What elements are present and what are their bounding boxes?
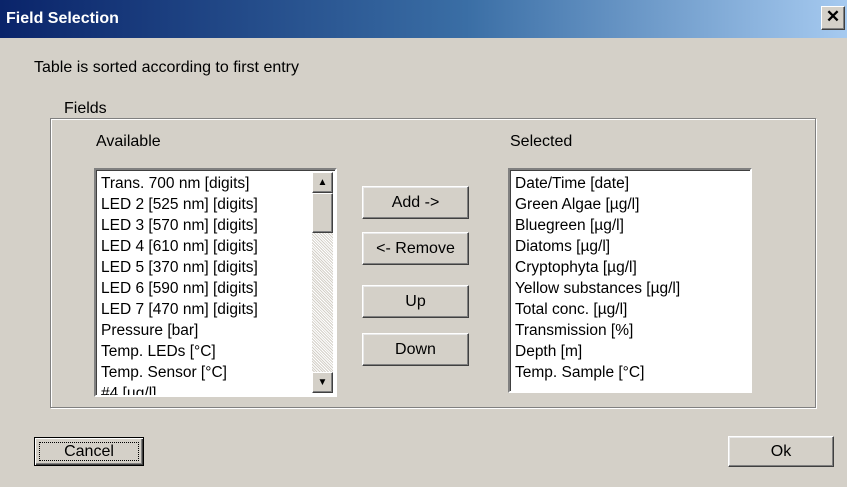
list-item[interactable]: LED 2 [525 nm] [digits] — [101, 194, 335, 215]
list-item[interactable]: Cryptophyta [µg/l] — [515, 257, 750, 278]
available-list: Trans. 700 nm [digits] LED 2 [525 nm] [di… — [96, 170, 335, 395]
scroll-up-icon[interactable]: ▲ — [312, 172, 333, 193]
list-item[interactable]: Trans. 700 nm [digits] — [101, 173, 335, 194]
list-item[interactable]: Green Algae [µg/l] — [515, 194, 750, 215]
list-item[interactable]: LED 4 [610 nm] [digits] — [101, 236, 335, 257]
list-item[interactable]: Depth [m] — [515, 341, 750, 362]
selected-list: Date/Time [date] Green Algae [µg/l] Bluegr… — [510, 170, 750, 383]
list-item[interactable]: LED 5 [370 nm] [digits] — [101, 257, 335, 278]
scroll-thumb[interactable] — [312, 193, 333, 233]
list-item[interactable]: Temp. LEDs [°C] — [101, 341, 335, 362]
add-button[interactable]: Add -> — [362, 186, 469, 219]
up-button[interactable]: Up — [362, 285, 469, 318]
focus-rect — [39, 442, 139, 461]
list-item[interactable]: #4 [µg/l] — [101, 383, 335, 395]
ok-button[interactable]: Ok — [728, 436, 834, 467]
list-item[interactable]: Temp. Sample [°C] — [515, 362, 750, 383]
list-item[interactable]: Transmission [%] — [515, 320, 750, 341]
list-item[interactable]: Yellow substances [µg/l] — [515, 278, 750, 299]
available-scrollbar[interactable]: ▲ ▼ — [312, 172, 333, 393]
window-title: Field Selection — [6, 10, 119, 27]
list-item[interactable]: Date/Time [date] — [515, 173, 750, 194]
list-item[interactable]: Temp. Sensor [°C] — [101, 362, 335, 383]
cancel-button[interactable]: Cancel — [34, 437, 144, 466]
title-bar: Field Selection ✕ — [0, 0, 847, 38]
selected-label: Selected — [510, 133, 573, 150]
scroll-down-icon[interactable]: ▼ — [312, 372, 333, 393]
list-item[interactable]: LED 3 [570 nm] [digits] — [101, 215, 335, 236]
list-item[interactable]: LED 6 [590 nm] [digits] — [101, 278, 335, 299]
sort-note: Table is sorted according to first entry — [34, 59, 300, 76]
selected-listbox[interactable]: Date/Time [date] Green Algae [µg/l] Bluegr… — [508, 168, 752, 393]
down-button[interactable]: Down — [362, 333, 469, 366]
list-item[interactable]: Bluegreen [µg/l] — [515, 215, 750, 236]
list-item[interactable]: Total conc. [µg/l] — [515, 299, 750, 320]
remove-button[interactable]: <- Remove — [362, 232, 469, 265]
available-listbox[interactable]: Trans. 700 nm [digits] LED 2 [525 nm] [di… — [94, 168, 337, 397]
list-item[interactable]: Diatoms [µg/l] — [515, 236, 750, 257]
list-item[interactable]: LED 7 [470 nm] [digits] — [101, 299, 335, 320]
available-label: Available — [96, 133, 161, 150]
fields-group-label: Fields — [62, 100, 109, 118]
list-item[interactable]: Pressure [bar] — [101, 320, 335, 341]
close-icon[interactable]: ✕ — [821, 6, 845, 30]
